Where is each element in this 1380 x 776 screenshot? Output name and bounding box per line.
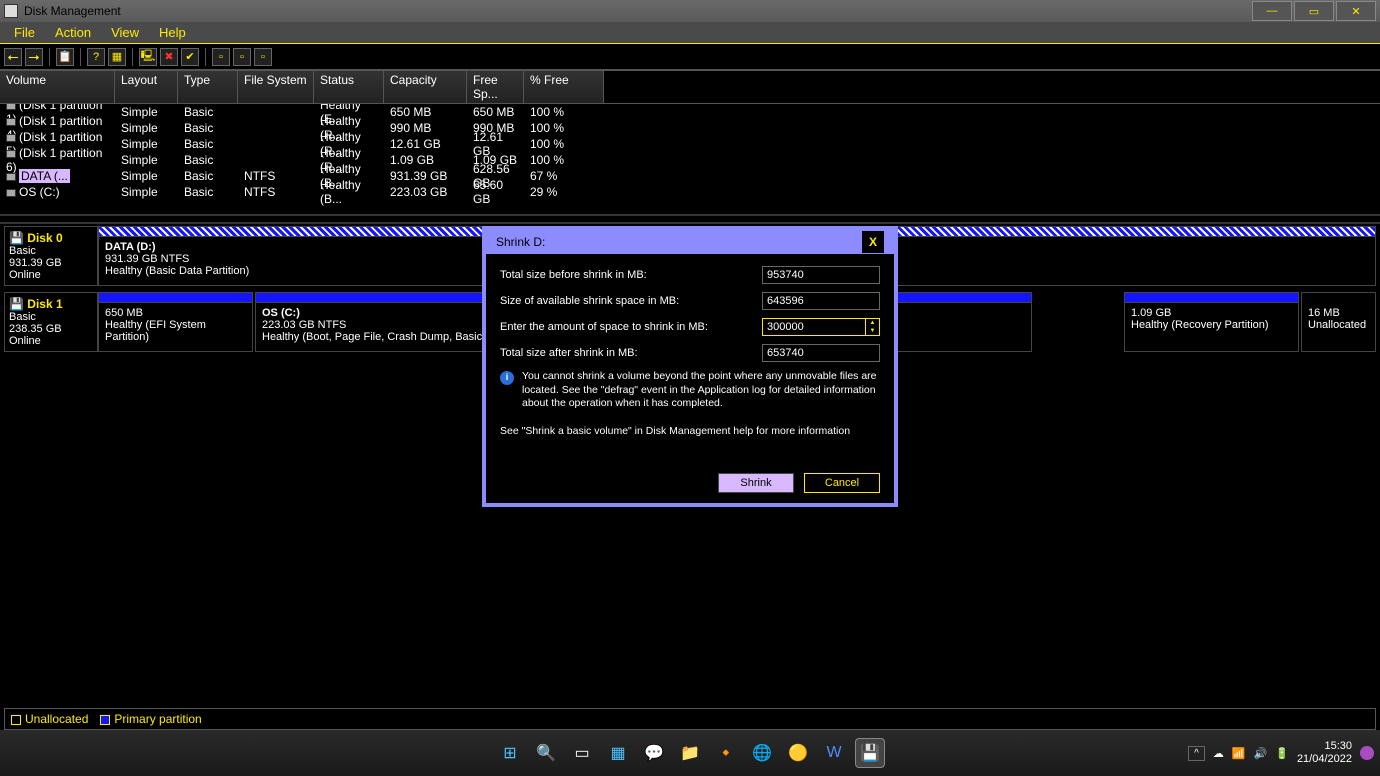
tray-chevron-icon[interactable]: ^ bbox=[1188, 746, 1205, 761]
wifi-icon[interactable]: 📶 bbox=[1232, 747, 1246, 760]
field-total-before bbox=[762, 266, 880, 284]
volume-row[interactable]: DATA (...SimpleBasicNTFSHealthy (B...931… bbox=[0, 168, 1380, 184]
col-filesystem[interactable]: File System bbox=[238, 71, 314, 103]
close-button[interactable]: ✕ bbox=[1336, 1, 1376, 21]
spinner[interactable]: ▲▼ bbox=[866, 318, 880, 336]
field-available bbox=[762, 292, 880, 310]
toolbar: ⭠ ⭢ 📋 ? ▦ 🖳 ✖ ✔ ▫ ▫ ▫ bbox=[0, 44, 1380, 70]
label-total-after: Total size after shrink in MB: bbox=[500, 347, 762, 359]
chat-icon[interactable]: 💬 bbox=[639, 738, 669, 768]
dialog-body: Total size before shrink in MB: Size of … bbox=[486, 254, 894, 473]
toolbar-icon[interactable]: 📋 bbox=[56, 48, 74, 66]
col-volume[interactable]: Volume bbox=[0, 71, 115, 103]
toolbar-icon[interactable]: ▦ bbox=[108, 48, 126, 66]
volume-row[interactable]: (Disk 1 partition 4)SimpleBasicHealthy (… bbox=[0, 120, 1380, 136]
toolbar-icon[interactable]: ✔ bbox=[181, 48, 199, 66]
help-icon[interactable]: ? bbox=[87, 48, 105, 66]
dialog-close-button[interactable]: X bbox=[862, 231, 884, 253]
system-tray: ^ ☁ 📶 🔊 🔋 15:30 21/04/2022 bbox=[1188, 740, 1374, 766]
window-title: Disk Management bbox=[24, 4, 121, 18]
battery-icon[interactable]: 🔋 bbox=[1275, 747, 1289, 760]
label-shrink-amount: Enter the amount of space to shrink in M… bbox=[500, 321, 762, 333]
chrome-icon[interactable]: 🟡 bbox=[783, 738, 813, 768]
col-status[interactable]: Status bbox=[314, 71, 384, 103]
dialog-info: i You cannot shrink a volume beyond the … bbox=[500, 370, 880, 411]
partition[interactable]: 650 MBHealthy (EFI System Partition) bbox=[98, 292, 253, 352]
menu-action[interactable]: Action bbox=[45, 23, 101, 42]
legend-unallocated: Unallocated bbox=[11, 712, 88, 726]
volume-row[interactable]: (Disk 1 partition 6)SimpleBasicHealthy (… bbox=[0, 152, 1380, 168]
dialog-help-text: See "Shrink a basic volume" in Disk Mana… bbox=[500, 425, 880, 437]
dialog-titlebar[interactable]: Shrink D: X bbox=[486, 230, 894, 254]
notifications-icon[interactable] bbox=[1360, 746, 1374, 760]
menu-help[interactable]: Help bbox=[149, 23, 196, 42]
edge-icon[interactable]: 🌐 bbox=[747, 738, 777, 768]
volume-icon[interactable]: 🔊 bbox=[1254, 747, 1268, 760]
delete-icon[interactable]: ✖ bbox=[160, 48, 178, 66]
cancel-button[interactable]: Cancel bbox=[804, 473, 880, 493]
partition[interactable]: 1.09 GBHealthy (Recovery Partition) bbox=[1124, 292, 1299, 352]
minimize-button[interactable]: — bbox=[1252, 1, 1292, 21]
clock[interactable]: 15:30 21/04/2022 bbox=[1297, 740, 1352, 766]
back-button[interactable]: ⭠ bbox=[4, 48, 22, 66]
shrink-button[interactable]: Shrink bbox=[718, 473, 794, 493]
volume-row[interactable]: OS (C:)SimpleBasicNTFSHealthy (B...223.0… bbox=[0, 184, 1380, 200]
toolbar-icon[interactable]: 🖳 bbox=[139, 48, 157, 66]
col-type[interactable]: Type bbox=[178, 71, 238, 103]
app-icon bbox=[4, 4, 18, 18]
volume-list: (Disk 1 partition 1)SimpleBasicHealthy (… bbox=[0, 104, 1380, 214]
task-view-icon[interactable]: ▭ bbox=[567, 738, 597, 768]
toolbar-icon[interactable]: ▫ bbox=[233, 48, 251, 66]
shrink-dialog: Shrink D: X Total size before shrink in … bbox=[482, 226, 898, 507]
menu-file[interactable]: File bbox=[4, 23, 45, 42]
word-icon[interactable]: W bbox=[819, 738, 849, 768]
toolbar-icon[interactable]: ▫ bbox=[254, 48, 272, 66]
info-icon: i bbox=[500, 371, 514, 385]
label-total-before: Total size before shrink in MB: bbox=[500, 269, 762, 281]
explorer-icon[interactable]: 📁 bbox=[675, 738, 705, 768]
col-pctfree[interactable]: % Free bbox=[524, 71, 604, 103]
volume-row[interactable]: (Disk 1 partition 1)SimpleBasicHealthy (… bbox=[0, 104, 1380, 120]
volume-list-header: Volume Layout Type File System Status Ca… bbox=[0, 70, 1380, 104]
window-titlebar: Disk Management — ▭ ✕ bbox=[0, 0, 1380, 22]
diskmgmt-icon[interactable]: 💾 bbox=[855, 738, 885, 768]
onedrive-icon[interactable]: ☁ bbox=[1213, 747, 1224, 760]
taskbar-center: ⊞ 🔍 ▭ ▦ 💬 📁 🔸 🌐 🟡 W 💾 bbox=[495, 738, 885, 768]
toolbar-icon[interactable]: ▫ bbox=[212, 48, 230, 66]
menu-view[interactable]: View bbox=[101, 23, 149, 42]
col-layout[interactable]: Layout bbox=[115, 71, 178, 103]
field-total-after bbox=[762, 344, 880, 362]
start-button[interactable]: ⊞ bbox=[495, 738, 525, 768]
dialog-title: Shrink D: bbox=[496, 235, 862, 249]
search-icon[interactable]: 🔍 bbox=[531, 738, 561, 768]
col-freespace[interactable]: Free Sp... bbox=[467, 71, 524, 103]
splitter[interactable] bbox=[0, 214, 1380, 224]
app-icon[interactable]: 🔸 bbox=[711, 738, 741, 768]
label-available: Size of available shrink space in MB: bbox=[500, 295, 762, 307]
menubar: File Action View Help bbox=[0, 22, 1380, 44]
maximize-button[interactable]: ▭ bbox=[1294, 1, 1334, 21]
col-capacity[interactable]: Capacity bbox=[384, 71, 467, 103]
field-shrink-amount[interactable] bbox=[762, 318, 866, 336]
widgets-icon[interactable]: ▦ bbox=[603, 738, 633, 768]
legend-primary: Primary partition bbox=[100, 712, 201, 726]
forward-button[interactable]: ⭢ bbox=[25, 48, 43, 66]
taskbar: ⊞ 🔍 ▭ ▦ 💬 📁 🔸 🌐 🟡 W 💾 ^ ☁ 📶 🔊 🔋 15:30 21… bbox=[0, 730, 1380, 776]
volume-row[interactable]: (Disk 1 partition 5)SimpleBasicHealthy (… bbox=[0, 136, 1380, 152]
legend: Unallocated Primary partition bbox=[4, 708, 1376, 730]
partition[interactable]: 16 MBUnallocated bbox=[1301, 292, 1376, 352]
